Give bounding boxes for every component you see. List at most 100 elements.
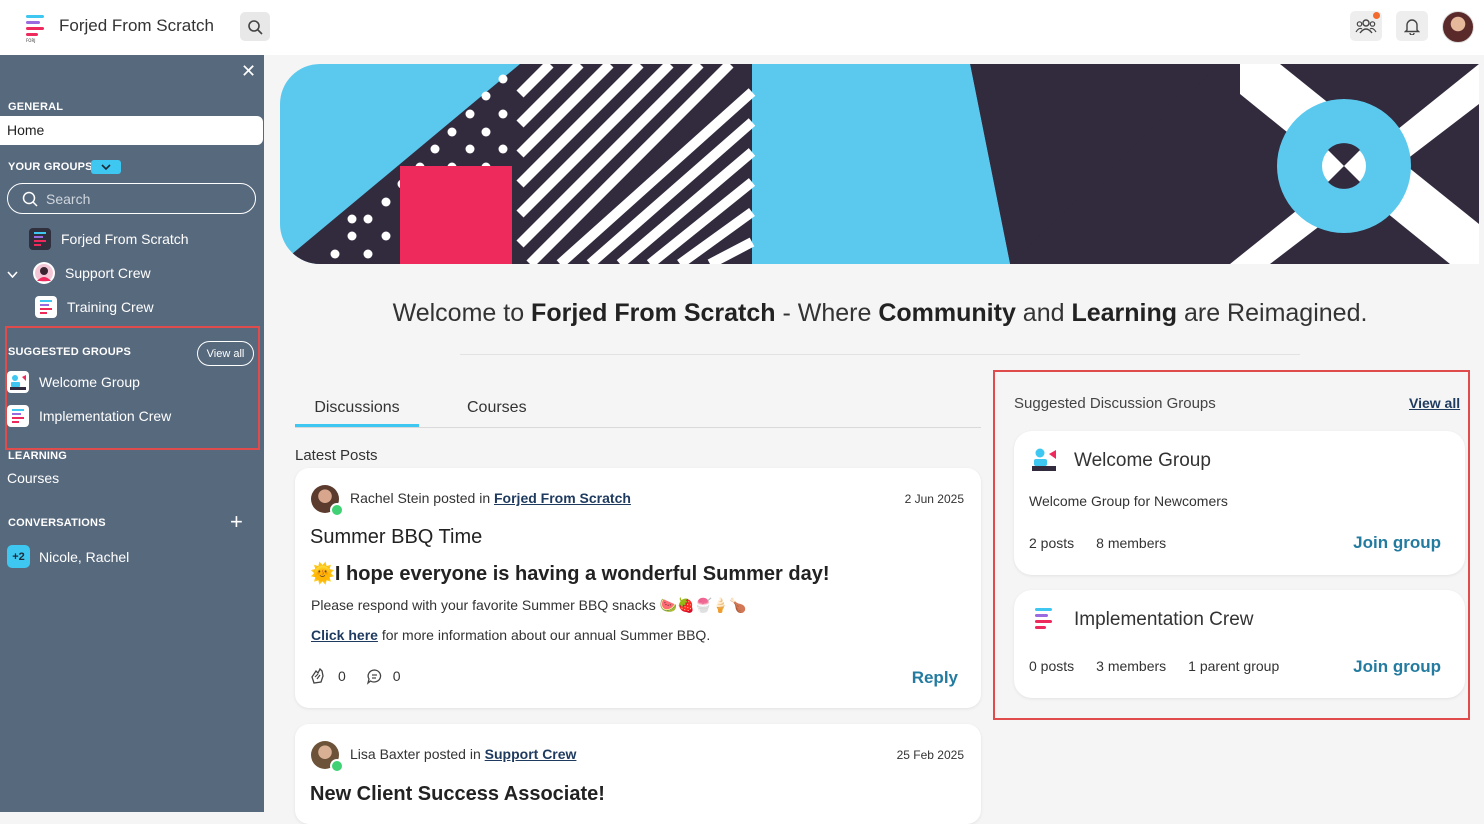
post-title[interactable]: New Client Success Associate! <box>310 783 605 806</box>
clap-icon <box>311 667 324 684</box>
author-name[interactable]: Lisa Baxter <box>350 746 420 762</box>
post-body-link-line: Click here for more information about ou… <box>311 627 711 643</box>
sidebar-item-label: Welcome Group <box>39 374 140 390</box>
sidebar-item-implementation-crew[interactable]: Implementation Crew <box>7 405 171 427</box>
divider <box>460 354 1300 355</box>
post-count: 2 posts <box>1029 535 1075 551</box>
join-group-button[interactable]: Join group <box>1353 533 1441 553</box>
welcome-heading: Welcome to Forjed From Scratch - Where C… <box>392 299 1368 327</box>
group-description: Welcome Group for Newcomers <box>1029 493 1228 509</box>
suggested-groups-heading: SUGGESTED GROUPS <box>8 346 131 358</box>
forj-logo-icon[interactable]: FORJ <box>24 13 48 43</box>
app-title[interactable]: Forjed From Scratch <box>59 16 214 36</box>
sidebar-item-label: Implementation Crew <box>39 408 172 424</box>
sidebar-item-forjed-from-scratch[interactable]: Forjed From Scratch <box>29 228 189 250</box>
post-card[interactable]: Rachel Stein posted in Forjed From Scrat… <box>295 468 981 708</box>
close-sidebar-icon[interactable]: ✕ <box>241 61 256 82</box>
new-conversation-plus-icon[interactable]: + <box>230 511 243 533</box>
conversation-count-badge: +2 <box>7 545 30 568</box>
forj-logo-icon <box>7 405 29 427</box>
post-group-link[interactable]: Forjed From Scratch <box>494 490 631 506</box>
conversations-heading: CONVERSATIONS <box>8 517 106 529</box>
post-heading: 🌞I hope everyone is having a wonderful S… <box>310 563 830 585</box>
expand-chevron-icon[interactable] <box>7 267 18 281</box>
post-meta: Lisa Baxter posted in Support Crew <box>350 746 577 762</box>
post-date: 25 Feb 2025 <box>896 748 964 762</box>
latest-posts-label: Latest Posts <box>295 447 378 464</box>
group-search-input[interactable] <box>46 190 236 207</box>
community-banner <box>280 64 1479 264</box>
post-body-text: Please respond with your favorite Summer… <box>311 597 747 613</box>
parent-group-count: 1 parent group <box>1188 658 1280 674</box>
post-title[interactable]: Summer BBQ Time <box>310 526 482 549</box>
sidebar-item-label: Training Crew <box>67 299 154 315</box>
member-count: 3 members <box>1096 658 1167 674</box>
group-search-field[interactable] <box>7 183 256 214</box>
forj-logo-icon <box>29 228 51 250</box>
welcome-group-icon <box>7 371 29 393</box>
top-bar: FORJ Forjed From Scratch <box>0 0 1484 55</box>
suggested-discussion-groups-title: Suggested Discussion Groups <box>1014 395 1216 412</box>
sidebar: ✕ GENERAL Home YOUR GROUPS Forjed From S… <box>0 55 264 812</box>
like-button[interactable]: 0 <box>310 667 346 685</box>
group-card-implementation[interactable]: Implementation Crew 0 posts 3 members 1 … <box>1014 590 1465 698</box>
badge-icon <box>330 503 344 517</box>
your-groups-heading: YOUR GROUPS <box>8 161 93 173</box>
sidebar-item-support-crew[interactable]: Support Crew <box>33 262 151 284</box>
sidebar-item-label: Support Crew <box>65 265 151 281</box>
reply-button[interactable]: Reply <box>912 668 958 688</box>
support-crew-avatar <box>33 262 55 284</box>
search-icon <box>22 191 38 207</box>
like-count: 0 <box>338 668 346 684</box>
sidebar-item-welcome-group[interactable]: Welcome Group <box>7 371 140 393</box>
badge-icon <box>330 759 344 773</box>
join-group-button[interactable]: Join group <box>1353 657 1441 677</box>
click-here-link[interactable]: Click here <box>311 627 378 643</box>
people-icon <box>1355 19 1377 34</box>
bell-icon <box>1404 19 1420 35</box>
sidebar-item-courses[interactable]: Courses <box>7 470 59 486</box>
author-name[interactable]: Rachel Stein <box>350 490 429 506</box>
view-all-suggested-button[interactable]: View all <box>197 341 254 366</box>
comment-button[interactable]: 0 <box>366 668 401 685</box>
sidebar-item-home[interactable]: Home <box>0 116 263 145</box>
sidebar-item-label: Courses <box>7 470 60 486</box>
comment-icon <box>366 668 382 685</box>
community-button[interactable] <box>1350 11 1382 41</box>
group-stats: 0 posts 3 members 1 parent group <box>1029 658 1301 674</box>
sidebar-item-conversation[interactable]: +2 Nicole, Rachel <box>7 545 129 568</box>
general-heading: GENERAL <box>8 101 64 113</box>
author-avatar[interactable] <box>311 741 344 773</box>
sidebar-item-label: Forjed From Scratch <box>61 231 189 247</box>
tab-discussions[interactable]: Discussions <box>295 399 419 427</box>
notifications-button[interactable] <box>1396 11 1428 41</box>
group-stats: 2 posts 8 members <box>1029 535 1188 551</box>
sidebar-item-training-crew[interactable]: Training Crew <box>35 296 154 318</box>
user-avatar[interactable] <box>1442 11 1474 43</box>
forj-logo-icon <box>35 296 57 318</box>
group-card-welcome[interactable]: Welcome Group Welcome Group for Newcomer… <box>1014 431 1465 575</box>
svg-text:FORJ: FORJ <box>26 38 35 43</box>
post-actions: 0 0 <box>310 667 421 685</box>
comment-count: 0 <box>392 668 401 684</box>
post-group-link[interactable]: Support Crew <box>485 746 577 762</box>
group-name[interactable]: Welcome Group <box>1074 450 1211 472</box>
your-groups-toggle[interactable] <box>91 160 121 174</box>
learning-heading: LEARNING <box>8 450 68 462</box>
post-card[interactable]: Lisa Baxter posted in Support Crew 25 Fe… <box>295 724 981 824</box>
author-avatar[interactable] <box>311 485 344 517</box>
chevron-down-icon <box>101 164 111 170</box>
notification-dot <box>1373 12 1380 19</box>
post-meta: Rachel Stein posted in Forjed From Scrat… <box>350 490 631 506</box>
tab-courses[interactable]: Courses <box>467 399 527 417</box>
search-icon <box>248 19 263 35</box>
search-button[interactable] <box>240 12 270 41</box>
welcome-group-icon <box>1030 446 1058 474</box>
group-name[interactable]: Implementation Crew <box>1074 609 1254 631</box>
post-date: 2 Jun 2025 <box>904 492 964 506</box>
forj-logo-icon <box>1030 606 1058 634</box>
content-tabs: Discussions Courses <box>295 390 981 428</box>
sidebar-item-label: Nicole, Rachel <box>39 548 130 565</box>
view-all-groups-link[interactable]: View all <box>1409 395 1460 411</box>
post-count: 0 posts <box>1029 658 1075 674</box>
